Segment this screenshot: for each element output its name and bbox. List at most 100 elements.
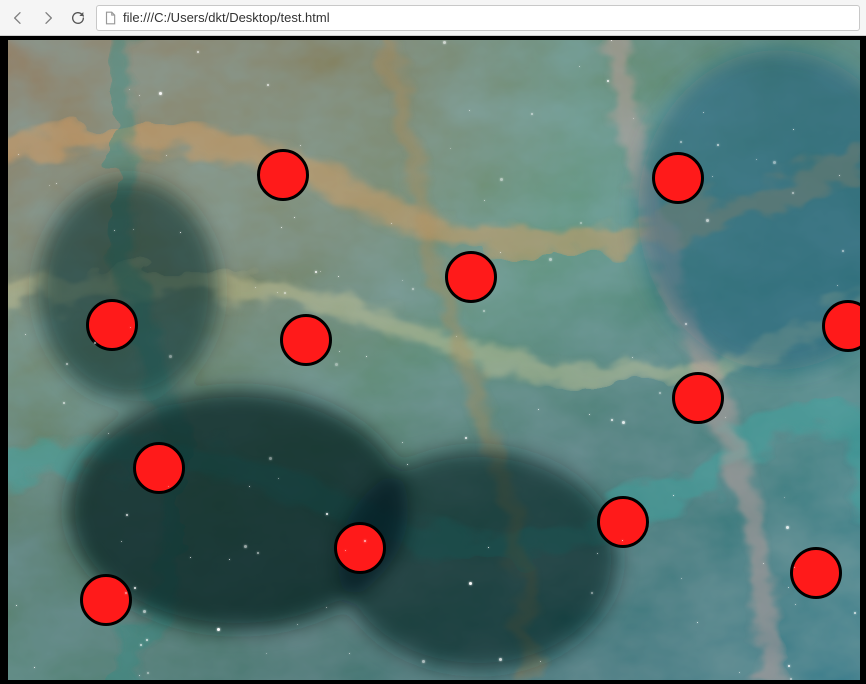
star-speck (159, 92, 162, 95)
star-speck (366, 356, 367, 357)
page-icon (103, 10, 117, 26)
star-speck (297, 624, 298, 625)
rendered-page[interactable] (8, 40, 860, 680)
star-speck (300, 145, 301, 146)
star-speck (66, 363, 68, 365)
star-speck (499, 658, 502, 661)
star-speck (326, 513, 328, 515)
star-speck (320, 271, 321, 272)
star-speck (611, 40, 612, 41)
star-speck (685, 323, 687, 325)
address-bar[interactable]: file:///C:/Users/dkt/Desktop/test.html (96, 5, 860, 31)
marker-m1[interactable] (652, 152, 704, 204)
marker-m7[interactable] (133, 442, 185, 494)
reload-icon (70, 10, 86, 26)
star-speck (443, 41, 446, 44)
url-text: file:///C:/Users/dkt/Desktop/test.html (123, 10, 853, 25)
reload-button[interactable] (66, 6, 90, 30)
star-speck (49, 185, 50, 186)
star-speck (488, 547, 489, 548)
star-speck (133, 229, 134, 230)
star-speck (622, 540, 623, 541)
marker-m11[interactable] (790, 547, 842, 599)
star-speck (681, 578, 682, 579)
star-speck (680, 141, 682, 143)
star-speck (338, 276, 339, 277)
marker-m9[interactable] (597, 496, 649, 548)
star-speck (63, 402, 65, 404)
marker-m10[interactable] (80, 574, 132, 626)
star-speck (108, 433, 109, 434)
page-viewport (0, 36, 866, 684)
star-speck (795, 604, 796, 605)
star-speck (607, 80, 609, 82)
arrow-right-icon (40, 10, 56, 26)
star-speck (589, 414, 590, 415)
star-speck (739, 672, 740, 673)
marker-m6[interactable] (672, 372, 724, 424)
star-speck (703, 112, 704, 113)
star-speck (266, 653, 267, 654)
star-speck (788, 587, 789, 588)
star-speck (166, 155, 167, 156)
star-speck (793, 129, 794, 130)
star-speck (339, 351, 340, 352)
star-speck (659, 392, 661, 394)
star-speck (483, 310, 485, 312)
marker-m8[interactable] (334, 522, 386, 574)
star-speck (540, 661, 541, 662)
star-speck (197, 51, 199, 53)
star-speck (756, 159, 757, 160)
star-speck (837, 285, 838, 286)
star-speck (788, 665, 790, 667)
arrow-left-icon (10, 10, 26, 26)
star-speck (255, 287, 256, 288)
forward-button[interactable] (36, 6, 60, 30)
star-speck (146, 639, 148, 641)
star-speck (169, 355, 172, 358)
star-speck (129, 89, 130, 90)
star-speck (269, 457, 272, 460)
star-speck (673, 495, 674, 496)
star-speck (725, 417, 726, 418)
star-speck (402, 442, 403, 443)
star-speck (139, 95, 140, 96)
star-speck (18, 154, 19, 155)
marker-m2[interactable] (445, 251, 497, 303)
star-speck (500, 178, 503, 181)
marker-m5[interactable] (822, 300, 860, 352)
star-speck (121, 541, 122, 542)
star-speck (792, 192, 794, 194)
back-button[interactable] (6, 6, 30, 30)
star-speck (267, 84, 269, 86)
star-speck (839, 175, 840, 176)
star-speck (134, 587, 136, 589)
star-speck (126, 514, 128, 516)
star-speck (611, 419, 613, 421)
star-speck (284, 292, 286, 294)
star-speck (244, 545, 247, 548)
star-speck (281, 227, 282, 228)
star-speck (412, 288, 414, 290)
star-speck (784, 497, 785, 498)
star-speck (469, 110, 470, 111)
star-speck (147, 672, 149, 674)
star-speck (632, 357, 633, 358)
star-speck (278, 478, 279, 479)
marker-m0[interactable] (257, 149, 309, 201)
star-speck (580, 222, 582, 224)
star-speck (25, 334, 26, 335)
star-speck (450, 148, 451, 149)
star-speck (538, 409, 539, 410)
star-speck (217, 628, 220, 631)
star-speck (139, 675, 140, 676)
marker-m4[interactable] (280, 314, 332, 366)
star-speck (56, 183, 57, 184)
star-speck (763, 563, 764, 564)
star-speck (465, 437, 467, 439)
star-speck (842, 250, 844, 252)
star-speck (140, 644, 142, 646)
star-speck (16, 605, 17, 606)
star-speck (591, 592, 593, 594)
star-speck (114, 230, 115, 231)
